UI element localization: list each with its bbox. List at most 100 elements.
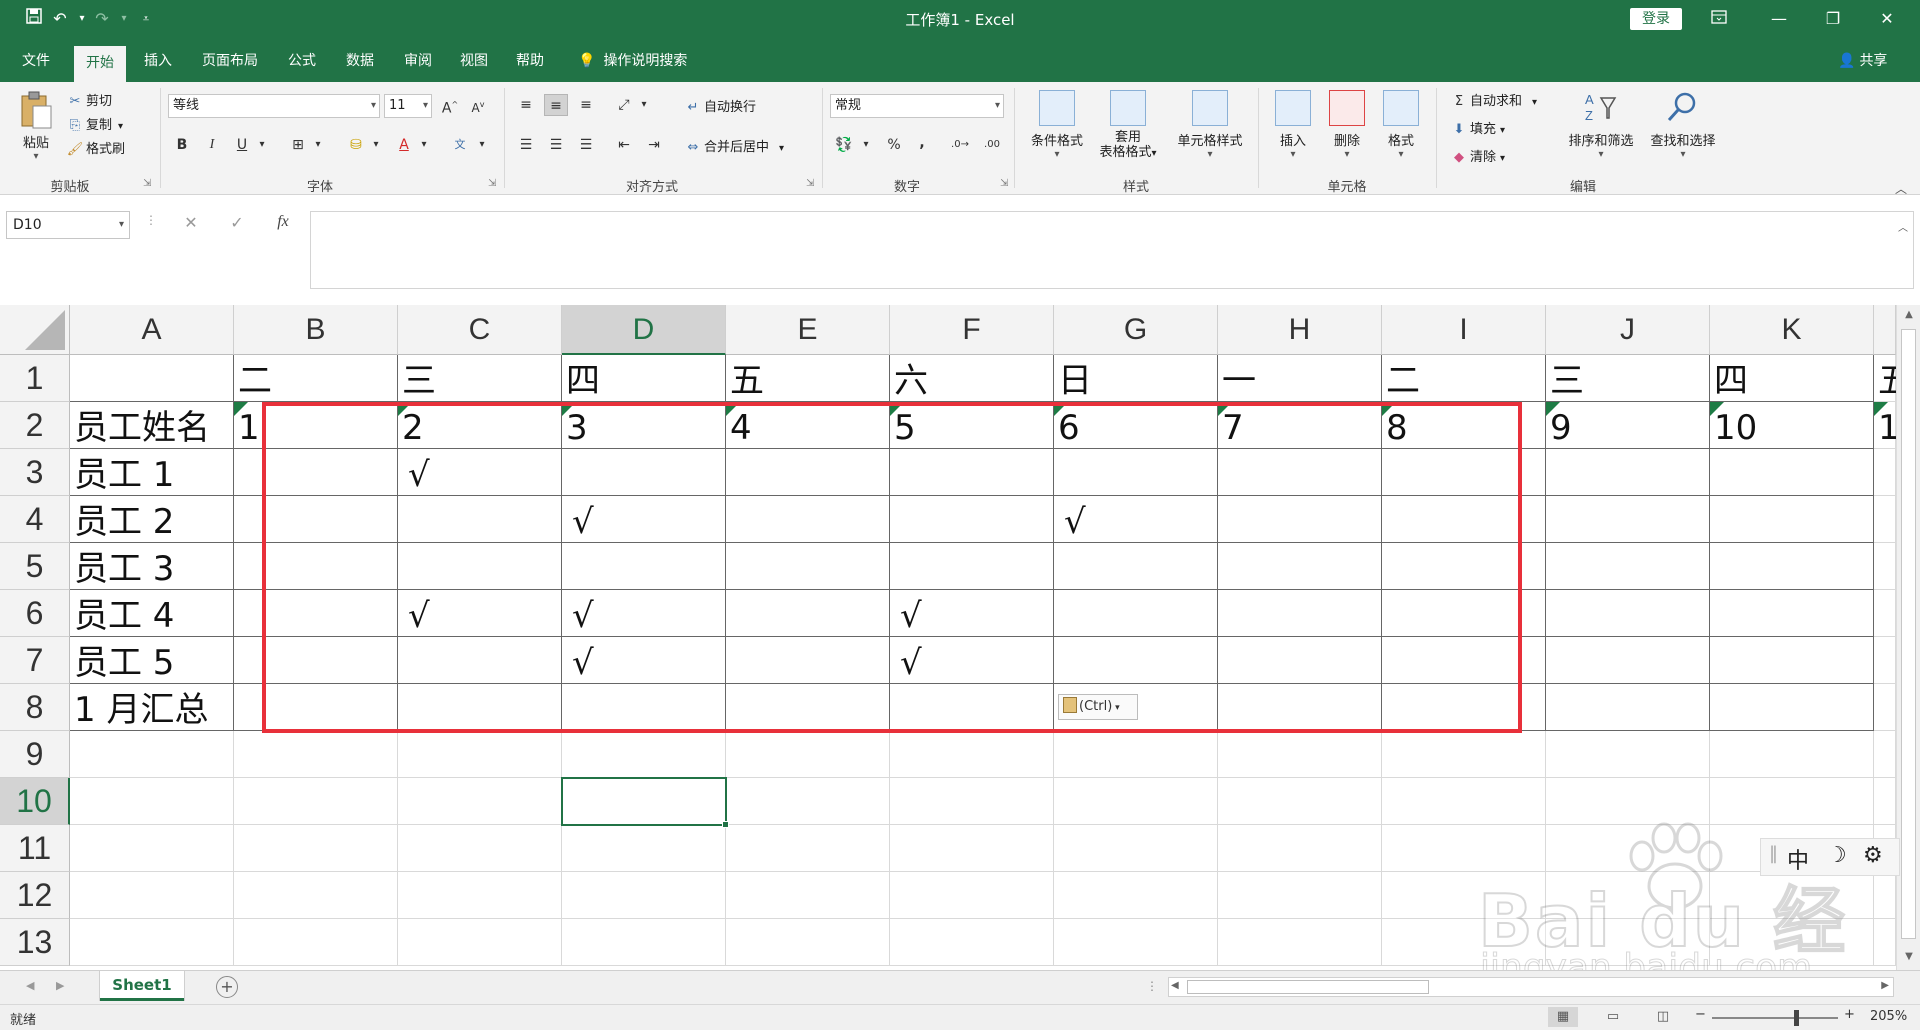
phonetic-icon[interactable]: 文 xyxy=(448,134,472,156)
row-header-1[interactable]: 1 xyxy=(0,355,70,402)
cell[interactable] xyxy=(562,778,726,825)
tab-home[interactable]: 开始 xyxy=(74,46,126,82)
zoom-in-button[interactable]: + xyxy=(1844,1007,1855,1022)
cell[interactable] xyxy=(398,496,562,543)
cell[interactable]: 8 xyxy=(1382,402,1546,449)
cell[interactable] xyxy=(234,637,398,684)
cell[interactable] xyxy=(890,496,1054,543)
cell[interactable] xyxy=(1710,872,1874,919)
decrease-indent-icon[interactable]: ⇤ xyxy=(612,134,636,156)
cancel-icon[interactable]: ✕ xyxy=(178,213,204,232)
cell[interactable] xyxy=(1874,919,1896,966)
format-painter-button[interactable]: 🖌 格式刷 xyxy=(66,138,125,157)
font-color-dropdown-icon[interactable]: ▾ xyxy=(412,134,436,156)
wrap-text-button[interactable]: ↵ 自动换行 xyxy=(684,96,756,115)
number-format-combo[interactable]: 常规 ▾ xyxy=(830,94,1004,118)
customize-qat-icon[interactable]: ⩡ xyxy=(134,8,158,30)
cell[interactable] xyxy=(1218,919,1382,966)
cell[interactable] xyxy=(70,778,234,825)
cell[interactable] xyxy=(1218,449,1382,496)
gear-icon[interactable]: ⚙ xyxy=(1863,843,1883,868)
row-header-9[interactable]: 9 xyxy=(0,731,70,778)
login-button[interactable]: 登录 xyxy=(1630,8,1682,30)
cell[interactable] xyxy=(1382,449,1546,496)
tab-insert[interactable]: 插入 xyxy=(136,48,180,78)
cell[interactable] xyxy=(1382,919,1546,966)
cell[interactable] xyxy=(1546,731,1710,778)
cell[interactable]: 3 xyxy=(562,402,726,449)
cell[interactable] xyxy=(1874,590,1896,637)
row-header-12[interactable]: 12 xyxy=(0,872,70,919)
cell[interactable] xyxy=(562,684,726,731)
cell[interactable] xyxy=(1546,637,1710,684)
font-name-combo[interactable]: 等线 ▾ xyxy=(168,94,380,118)
cell[interactable] xyxy=(726,449,890,496)
cell[interactable] xyxy=(1218,590,1382,637)
cell[interactable]: 五 xyxy=(726,355,890,402)
restore-icon[interactable]: ❐ xyxy=(1810,0,1856,38)
insert-cells-button[interactable]: 插入 ▾ xyxy=(1268,90,1318,160)
cell[interactable] xyxy=(1546,449,1710,496)
worksheet-grid[interactable]: ABCDEFGHIJK 1 2 3 4 5 6 7 8 9 10 11 12 13 二三四五六日一二三四… xyxy=(0,305,1920,970)
close-icon[interactable]: ✕ xyxy=(1864,0,1910,38)
tell-me-search[interactable]: 💡 操作说明搜索 xyxy=(578,48,687,74)
horizontal-scrollbar[interactable]: ◀ ▶ xyxy=(1168,977,1894,997)
cell[interactable] xyxy=(398,637,562,684)
number-as-text-indicator[interactable] xyxy=(562,402,576,416)
cell[interactable] xyxy=(726,731,890,778)
row-header-6[interactable]: 6 xyxy=(0,590,70,637)
cell[interactable]: 一 xyxy=(1218,355,1382,402)
sheet-tab-sheet1[interactable]: Sheet1 xyxy=(100,971,184,1001)
tab-split-handle-icon[interactable]: ⋮ xyxy=(1146,979,1158,993)
cell[interactable] xyxy=(726,684,890,731)
row-header-13[interactable]: 13 xyxy=(0,919,70,966)
cell[interactable] xyxy=(1874,778,1896,825)
ribbon-display-options-icon[interactable] xyxy=(1696,0,1742,38)
cell[interactable] xyxy=(1382,778,1546,825)
cell[interactable]: 四 xyxy=(562,355,726,402)
zoom-slider[interactable] xyxy=(1712,1017,1838,1019)
cell[interactable] xyxy=(1382,731,1546,778)
row-header-4[interactable]: 4 xyxy=(0,496,70,543)
cell[interactable] xyxy=(1874,872,1896,919)
increase-decimal-icon[interactable]: .0→ xyxy=(948,134,972,156)
cell[interactable] xyxy=(1710,919,1874,966)
increase-font-icon[interactable]: A^ xyxy=(438,94,462,117)
cell[interactable] xyxy=(1546,496,1710,543)
cell[interactable] xyxy=(1054,590,1218,637)
cell[interactable]: 员工 4 xyxy=(70,590,234,637)
cell[interactable]: 员工姓名 xyxy=(70,402,234,449)
cell[interactable] xyxy=(234,731,398,778)
merge-center-button[interactable]: ⇔ 合并后居中 ▾ xyxy=(684,136,785,155)
scroll-up-icon[interactable]: ▲ xyxy=(1897,309,1920,320)
cell[interactable] xyxy=(1382,637,1546,684)
cell[interactable]: √ xyxy=(398,590,562,637)
cell[interactable] xyxy=(1874,496,1896,543)
fill-handle[interactable] xyxy=(722,821,729,828)
cell[interactable] xyxy=(726,543,890,590)
cell[interactable] xyxy=(562,872,726,919)
align-left-icon[interactable]: ☰ xyxy=(514,134,538,156)
number-as-text-indicator[interactable] xyxy=(890,402,904,416)
cell[interactable] xyxy=(726,825,890,872)
next-sheet-icon[interactable]: ▶ xyxy=(56,979,64,992)
align-top-icon[interactable]: ≡ xyxy=(514,94,538,116)
column-header-i[interactable]: I xyxy=(1382,305,1546,355)
cell[interactable]: 员工 2 xyxy=(70,496,234,543)
share-button[interactable]: 👤 共享 xyxy=(1838,48,1887,74)
cell[interactable] xyxy=(234,543,398,590)
cell[interactable]: 6 xyxy=(1054,402,1218,449)
fill-color-dropdown-icon[interactable]: ▾ xyxy=(364,134,388,156)
enter-icon[interactable]: ✓ xyxy=(224,213,250,232)
cell[interactable]: √ xyxy=(562,637,726,684)
column-header-c[interactable]: C xyxy=(398,305,562,355)
page-layout-view-icon[interactable]: ▭ xyxy=(1598,1007,1628,1027)
cell[interactable] xyxy=(1546,919,1710,966)
cell[interactable] xyxy=(1218,684,1382,731)
cell[interactable]: 员工 1 xyxy=(70,449,234,496)
column-header-partial[interactable] xyxy=(1874,305,1896,355)
number-as-text-indicator[interactable] xyxy=(1874,402,1888,416)
scroll-right-icon[interactable]: ▶ xyxy=(1881,980,1889,991)
cell[interactable]: 五 xyxy=(1874,355,1912,402)
align-center-icon[interactable]: ☰ xyxy=(544,134,568,156)
